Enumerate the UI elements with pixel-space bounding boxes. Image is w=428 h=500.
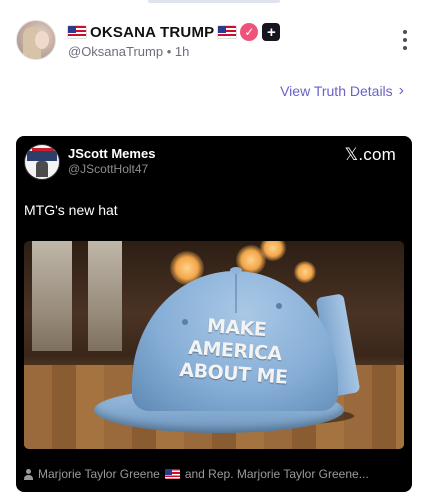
cap-button xyxy=(230,267,242,274)
avatar-figure xyxy=(36,161,48,177)
author-name-row: OKSANA TRUMP ✓ + xyxy=(68,22,281,42)
cap-grommet xyxy=(276,303,282,309)
us-flag-icon xyxy=(68,26,86,38)
us-flag-icon xyxy=(218,26,237,38)
post-timestamp: 1h xyxy=(174,44,190,59)
embed-author-avatar[interactable] xyxy=(24,144,60,180)
embed-post-text: MTG's new hat xyxy=(24,202,118,218)
post-header: OKSANA TRUMP ✓ + @OksanaTrump • 1h xyxy=(16,20,412,62)
us-flag-icon xyxy=(164,469,180,479)
kebab-dot xyxy=(403,38,407,42)
embed-author-name[interactable]: JScott Memes xyxy=(68,146,155,161)
avatar-banner xyxy=(27,151,57,161)
view-truth-details-link[interactable]: View Truth Details › xyxy=(280,82,404,100)
author-handle[interactable]: @OksanaTrump xyxy=(68,44,163,59)
x-com-source-label[interactable]: 𝕏.com xyxy=(344,145,396,165)
embed-author-handle: @JScottHolt47 xyxy=(68,162,149,176)
person-icon xyxy=(24,468,33,480)
embed-tagged-people[interactable]: Marjorie Taylor Greene and Rep. Marjorie… xyxy=(24,467,369,481)
view-truth-details-label: View Truth Details xyxy=(280,83,393,99)
kebab-dot xyxy=(403,46,407,50)
kebab-dot xyxy=(403,30,407,34)
avatar-face xyxy=(35,31,49,49)
meta-separator: • xyxy=(166,44,172,59)
tagged-name-rest: and Rep. Marjorie Taylor Greene... xyxy=(184,467,369,481)
tagged-name: Marjorie Taylor Greene xyxy=(38,467,160,481)
chevron-right-icon: › xyxy=(398,82,404,99)
author-display-name[interactable]: OKSANA TRUMP xyxy=(90,24,214,41)
author-avatar[interactable] xyxy=(16,20,56,60)
bokeh-light xyxy=(260,241,286,261)
cap-embroidered-text: MAKE AMERICA ABOUT ME xyxy=(158,312,312,391)
cap-seam xyxy=(235,273,237,313)
plus-badge-icon: + xyxy=(262,23,281,41)
embedded-x-post[interactable]: JScott Memes @JScottHolt47 𝕏.com MTG's n… xyxy=(16,136,412,492)
bokeh-light xyxy=(294,261,316,283)
author-meta: @OksanaTrump • 1h xyxy=(68,44,189,59)
embed-post-image[interactable]: MAKE AMERICA ABOUT ME xyxy=(24,241,404,449)
kebab-vertical-icon[interactable] xyxy=(400,30,410,50)
background-window xyxy=(88,241,122,351)
top-tab-indicator xyxy=(148,0,280,3)
background-window xyxy=(32,241,72,351)
verified-check-icon: ✓ xyxy=(240,23,259,41)
